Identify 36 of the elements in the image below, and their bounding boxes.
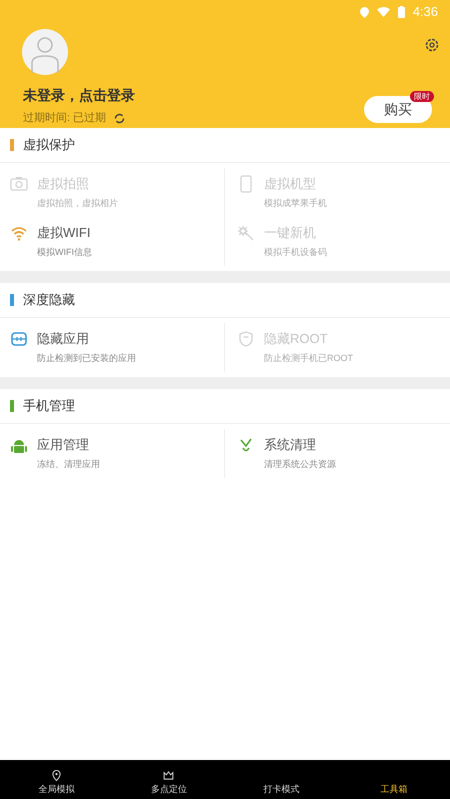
item-title[interactable]: 应用管理	[37, 435, 100, 454]
limited-badge: 限时	[410, 91, 434, 102]
crown-icon	[162, 768, 176, 782]
wand-icon	[237, 224, 255, 242]
item-subtitle: 虚拟拍照，虚拟相片	[37, 196, 118, 210]
item-title[interactable]: 虚拟WIFI	[37, 223, 92, 242]
item-title[interactable]: 隐藏应用	[37, 329, 136, 348]
expiry-text: 过期时间: 已过期	[23, 111, 106, 126]
nav-tab[interactable]: 打卡模式	[263, 782, 300, 796]
wifi-icon	[10, 224, 28, 242]
camera-icon	[10, 175, 28, 193]
nav-tab[interactable]: 全局模拟	[38, 782, 74, 796]
clock-time: 4:36	[412, 3, 438, 22]
location-pin-icon	[50, 768, 63, 782]
battery-icon	[398, 6, 405, 18]
item-subtitle: 模拟WIFI信息	[37, 246, 92, 258]
nav-tab[interactable]: 多点定位	[150, 782, 187, 796]
shield-icon	[237, 330, 255, 348]
item-subtitle: 防止检测到已安装的应用	[37, 352, 136, 364]
section-title: 深度隐藏	[23, 291, 75, 310]
location-icon	[360, 6, 369, 18]
item-subtitle: 模拟手机设备码	[264, 246, 327, 258]
item-subtitle: 模拟成苹果手机	[264, 196, 327, 210]
item-subtitle: 防止检测手机已ROOT	[264, 352, 353, 364]
section-title: 虚拟保护	[23, 136, 75, 154]
nav-tab[interactable]: 工具箱	[380, 782, 408, 796]
login-prompt[interactable]: 未登录，点击登录	[23, 85, 135, 106]
item-subtitle: 冻结、清理应用	[37, 458, 100, 470]
item-title[interactable]: 系统清理	[264, 435, 336, 454]
settings-icon[interactable]	[425, 38, 439, 52]
wifi-icon	[376, 7, 390, 17]
item-subtitle: 清理系统公共资源	[264, 458, 336, 470]
section-title: 手机管理	[23, 397, 75, 416]
refresh-icon[interactable]	[114, 112, 126, 124]
app-icon	[10, 330, 28, 348]
avatar-icon	[22, 29, 68, 75]
